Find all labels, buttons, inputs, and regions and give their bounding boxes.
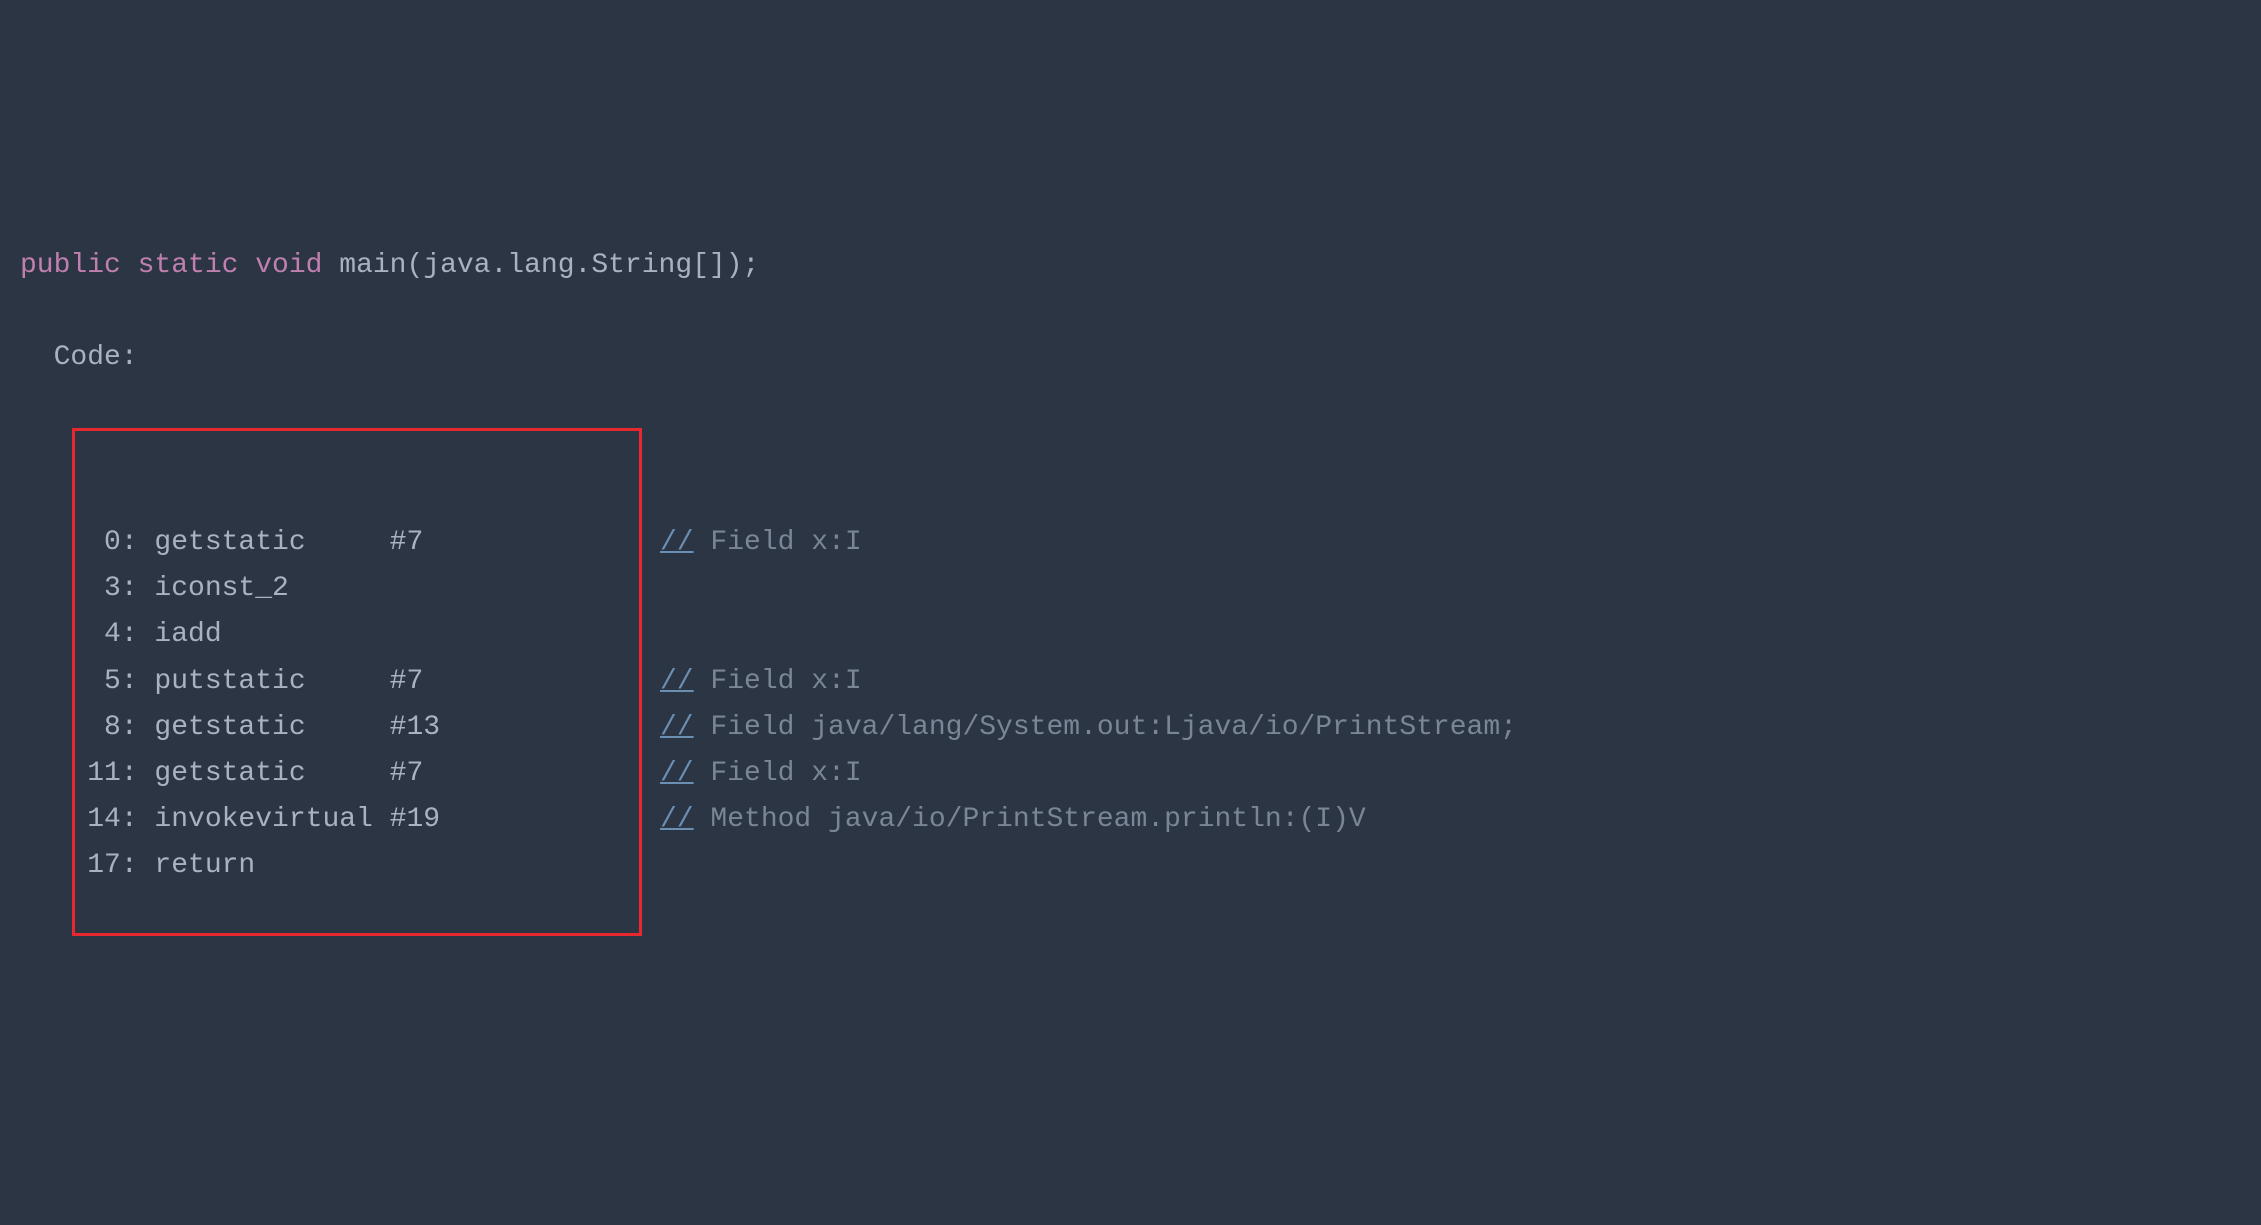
instructions-block: 0: getstatic #7// Field x:I 3: iconst_2 …: [20, 428, 2241, 936]
instruction-left: 4: iadd: [20, 612, 660, 658]
comment-text: Field x:I: [694, 527, 862, 558]
method-name: main: [339, 243, 406, 289]
comment-text: Field x:I: [694, 666, 862, 697]
instruction-row: 5: putstatic #7// Field x:I: [20, 659, 2241, 705]
code-label-line: Code:: [20, 335, 2241, 381]
comment-text: Field java/lang/System.out:Ljava/io/Prin…: [694, 712, 1517, 743]
instruction-opcode: getstatic: [154, 527, 389, 558]
instruction-index: 17:: [20, 850, 154, 881]
instruction-left: 5: putstatic #7: [20, 659, 660, 705]
instruction-index: 11:: [20, 758, 154, 789]
instruction-comment: // Method java/io/PrintStream.println:(I…: [660, 797, 1366, 843]
instruction-opcode: return: [154, 850, 389, 881]
instruction-arg: #13: [390, 712, 440, 743]
method-params: (java.lang.String[]);: [406, 243, 759, 289]
instruction-row: 14: invokevirtual #19// Method java/io/P…: [20, 797, 2241, 843]
instruction-opcode: getstatic: [154, 758, 389, 789]
instruction-arg: #19: [390, 804, 440, 835]
instruction-arg: #7: [390, 527, 424, 558]
instruction-index: 8:: [20, 712, 154, 743]
instruction-left: 8: getstatic #13: [20, 705, 660, 751]
instruction-comment: // Field x:I: [660, 751, 862, 797]
bytecode-listing: public static void main(java.lang.String…: [20, 197, 2241, 982]
instruction-row: 8: getstatic #13// Field java/lang/Syste…: [20, 705, 2241, 751]
instruction-comment: // Field x:I: [660, 659, 862, 705]
comment-text: Method java/io/PrintStream.println:(I)V: [694, 804, 1366, 835]
instruction-index: 4:: [20, 619, 154, 650]
comment-slash: //: [660, 712, 694, 743]
comment-text: Field x:I: [694, 758, 862, 789]
instruction-comment: // Field java/lang/System.out:Ljava/io/P…: [660, 705, 1517, 751]
instruction-index: 0:: [20, 527, 154, 558]
instruction-row: 4: iadd: [20, 612, 2241, 658]
instruction-row: 0: getstatic #7// Field x:I: [20, 520, 2241, 566]
instruction-left: 0: getstatic #7: [20, 520, 660, 566]
instruction-opcode: iadd: [154, 619, 389, 650]
instruction-index: 3:: [20, 573, 154, 604]
instruction-index: 5:: [20, 666, 154, 697]
code-label: Code:: [54, 335, 138, 381]
instruction-opcode: getstatic: [154, 712, 389, 743]
instruction-row: 3: iconst_2: [20, 566, 2241, 612]
instruction-opcode: putstatic: [154, 666, 389, 697]
instruction-index: 14:: [20, 804, 154, 835]
instruction-left: 14: invokevirtual #19: [20, 797, 660, 843]
comment-slash: //: [660, 666, 694, 697]
instruction-arg: #7: [390, 666, 424, 697]
instruction-left: 11: getstatic #7: [20, 751, 660, 797]
instruction-comment: // Field x:I: [660, 520, 862, 566]
comment-slash: //: [660, 804, 694, 835]
instruction-row: 17: return: [20, 843, 2241, 889]
instruction-opcode: invokevirtual: [154, 804, 389, 835]
instruction-opcode: iconst_2: [154, 573, 389, 604]
method-signature: public static void main(java.lang.String…: [20, 243, 2241, 289]
instruction-row: 11: getstatic #7// Field x:I: [20, 751, 2241, 797]
comment-slash: //: [660, 527, 694, 558]
comment-slash: //: [660, 758, 694, 789]
instruction-left: 3: iconst_2: [20, 566, 660, 612]
instruction-arg: #7: [390, 758, 424, 789]
modifiers: public static void: [20, 243, 322, 289]
instruction-left: 17: return: [20, 843, 660, 889]
